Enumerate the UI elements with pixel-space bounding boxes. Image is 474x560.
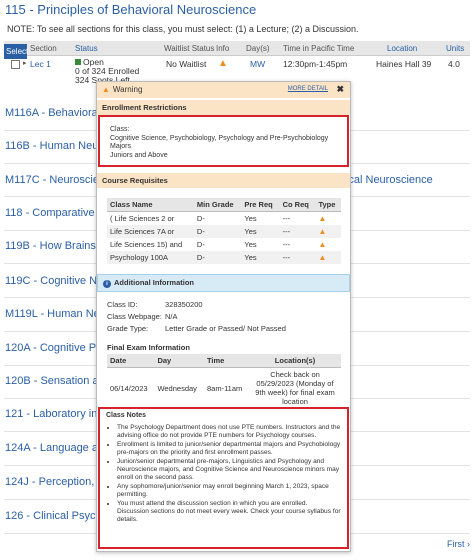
fe-day: Wednesday (157, 383, 197, 393)
req-min-grade: D- (196, 214, 205, 223)
status-column-header[interactable]: Status (75, 44, 98, 53)
open-status-icon (75, 59, 81, 65)
popup-title-bar: ▲ Warning MORE DETAIL ✖ (97, 82, 350, 98)
class-id-label: Class ID: (107, 300, 138, 309)
req-min-grade: D- (196, 240, 205, 249)
req-min-grade: D- (193, 225, 242, 238)
info-column-header: Info (216, 44, 230, 53)
fe-col-location: Location(s) (249, 354, 341, 368)
table-row: Life Sciences 15) and D- Yes --- ▲ (107, 238, 341, 251)
fe-date: 06/14/2023 (110, 383, 148, 393)
class-notes-list: The Psychology Department does not use P… (106, 424, 341, 524)
units-cell: 4.0 (448, 59, 460, 69)
req-co: --- (279, 251, 316, 264)
list-item: You must attend the discussion section i… (117, 500, 341, 524)
req-class-name: Life Sciences 7A or (107, 225, 194, 238)
class-notes-box: Class Notes The Psychology Department do… (98, 407, 349, 549)
req-col-co: Co Req (279, 198, 316, 212)
list-item: Any sophomore/junior/senior may enroll b… (117, 483, 341, 499)
req-pre: Yes (244, 214, 257, 223)
section-column-header: Section (30, 44, 57, 53)
days-link[interactable]: MW (250, 59, 265, 69)
list-item: Junior/senior departmental pre-majors, L… (117, 458, 341, 482)
req-co: --- (282, 240, 291, 249)
class-webpage-value: N/A (165, 312, 178, 321)
warning-icon[interactable]: ▲ (218, 58, 228, 69)
first-page-link[interactable]: First › (447, 539, 470, 549)
course-requisites-header: Course Requisites (97, 173, 350, 188)
first-link-label: First (446, 539, 465, 549)
more-detail-link[interactable]: MORE DETAIL (288, 86, 328, 92)
req-pre: Yes (241, 225, 280, 238)
req-co: --- (282, 214, 291, 223)
requisites-table: Class Name Min Grade Pre Req Co Req Type… (107, 198, 341, 264)
info-icon: i (103, 280, 111, 288)
time-column-header: Time in Pacific Time (283, 44, 355, 53)
warning-icon: ▲ (318, 227, 327, 236)
req-col-pre: Pre Req (241, 198, 280, 212)
table-row: 06/14/2023 Wednesday 8am-11am Check back… (107, 368, 341, 409)
restriction-majors: Cognitive Science, Psychobiology, Psycho… (110, 134, 329, 151)
req-col-class: Class Name (107, 198, 194, 212)
additional-info-header: i Additional Information (97, 274, 350, 292)
waitlist-status: No Waitlist (166, 59, 207, 69)
fe-col-date: Date (107, 354, 155, 368)
req-class-name: Psychology 100A (107, 251, 194, 264)
fe-time: 8am-11am (206, 383, 243, 393)
warning-icon: ▲ (318, 214, 327, 223)
waitlist-column-header: Waitlist Status (164, 44, 215, 53)
course-title[interactable]: 115 - Principles of Behavioral Neuroscie… (5, 2, 256, 17)
section-note: NOTE: To see all sections for this class… (7, 24, 359, 34)
warning-icon: ▲ (318, 240, 327, 249)
table-row: Psychology 100A D- Yes --- ▲ (107, 251, 341, 264)
warning-icon: ▲ (102, 85, 110, 94)
table-row: Life Sciences 7A or D- Yes --- ▲ (107, 225, 341, 238)
enrollment-restrictions-header: Enrollment Restrictions (97, 100, 350, 115)
fe-col-day: Day (154, 354, 204, 368)
list-item: The Psychology Department does not use P… (117, 424, 341, 440)
restriction-class-label: Class: (110, 126, 130, 133)
enrollment-restrictions-box: Class: Cognitive Science, Psychobiology,… (98, 115, 349, 167)
req-pre: Yes (241, 251, 280, 264)
section-table-header: Select Section Status Waitlist Status In… (4, 41, 470, 59)
class-notes-title: Class Notes (106, 412, 147, 419)
grade-type-value: Letter Grade or Passed/ Not Passed (165, 324, 286, 333)
class-webpage-label: Class Webpage: (107, 312, 162, 321)
fe-location: Check back on 05/29/2023 (Monday of 9th … (255, 370, 335, 406)
class-id-value: 328350200 (165, 300, 203, 309)
req-min-grade: D- (193, 251, 242, 264)
expand-caret-icon[interactable]: ▸ (23, 59, 27, 67)
location-column-header[interactable]: Location (387, 44, 417, 53)
final-exam-table: Date Day Time Location(s) 06/14/2023 Wed… (107, 354, 341, 408)
req-col-type: Type (315, 198, 341, 212)
final-exam-title: Final Exam Information (107, 343, 190, 352)
req-class-name: ( Life Sciences 2 or (110, 214, 175, 223)
restriction-standing: Juniors and Above (110, 151, 168, 159)
section-link[interactable]: Lec 1 (30, 59, 51, 69)
popup-title: Warning (112, 85, 143, 94)
time-cell: 12:30pm-1:45pm (283, 59, 348, 69)
grade-type-label: Grade Type: (107, 324, 149, 333)
additional-info: Class ID: 328350200 Class Webpage: N/A Gra… (97, 292, 350, 336)
req-col-min-grade: Min Grade (193, 198, 242, 212)
location-cell: Haines Hall 39 (376, 59, 432, 69)
fe-col-time: Time (203, 354, 249, 368)
list-item: Enrollment is limited to junior/senior d… (117, 441, 341, 457)
section-row: ▸ Lec 1 Open 0 of 324 Enrolled 324 Spots… (4, 57, 470, 85)
units-column-header[interactable]: Units (446, 44, 464, 53)
days-column-header: Day(s) (246, 44, 270, 53)
chevron-right-icon: › (467, 539, 470, 549)
req-co: --- (279, 225, 316, 238)
select-checkbox[interactable] (11, 60, 20, 69)
warning-icon: ▲ (318, 253, 327, 262)
additional-info-title: Additional Information (114, 278, 194, 287)
warning-popup: ▲ Warning MORE DETAIL ✖ Enrollment Restri… (96, 81, 351, 552)
req-pre: Yes (244, 240, 257, 249)
table-row: ( Life Sciences 2 or D- Yes --- ▲ (107, 212, 341, 226)
close-icon[interactable]: ✖ (336, 84, 344, 95)
req-class-name: Life Sciences 15) and (110, 240, 183, 249)
